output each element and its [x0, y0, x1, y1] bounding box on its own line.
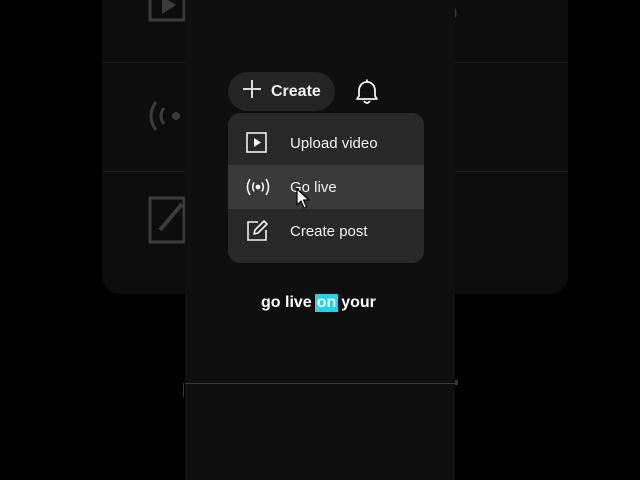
create-label: Create	[271, 82, 321, 100]
divider-tick	[183, 383, 184, 397]
background-divider	[102, 171, 185, 172]
caption-word: go live	[261, 294, 312, 311]
caption-highlighted-word: on	[314, 294, 339, 312]
menu-item-label: Upload video	[290, 134, 378, 152]
create-button[interactable]: Create	[228, 72, 335, 111]
menu-item-create-post[interactable]: Create post	[228, 209, 424, 253]
background-divider	[102, 62, 185, 63]
play-box-icon	[245, 131, 271, 155]
broadcast-icon	[245, 175, 271, 199]
bell-icon[interactable]	[353, 78, 381, 111]
create-menu: Upload video Go live Create post	[228, 113, 424, 263]
menu-item-label: Create post	[290, 222, 368, 240]
edit-post-icon	[245, 219, 271, 243]
bottom-divider	[185, 383, 457, 384]
background-edit-post-icon	[148, 194, 190, 251]
plus-icon	[242, 79, 262, 104]
mouse-pointer-icon	[296, 188, 310, 215]
caption-word: your	[341, 294, 376, 311]
background-broadcast-icon	[146, 96, 188, 141]
divider-tick	[455, 380, 458, 385]
menu-item-upload-video[interactable]: Upload video	[228, 121, 424, 165]
background-divider	[455, 171, 568, 172]
background-divider	[455, 62, 568, 63]
background-play-box-icon	[148, 0, 188, 29]
video-caption: go live on your	[261, 292, 376, 314]
menu-item-go-live[interactable]: Go live	[228, 165, 424, 209]
